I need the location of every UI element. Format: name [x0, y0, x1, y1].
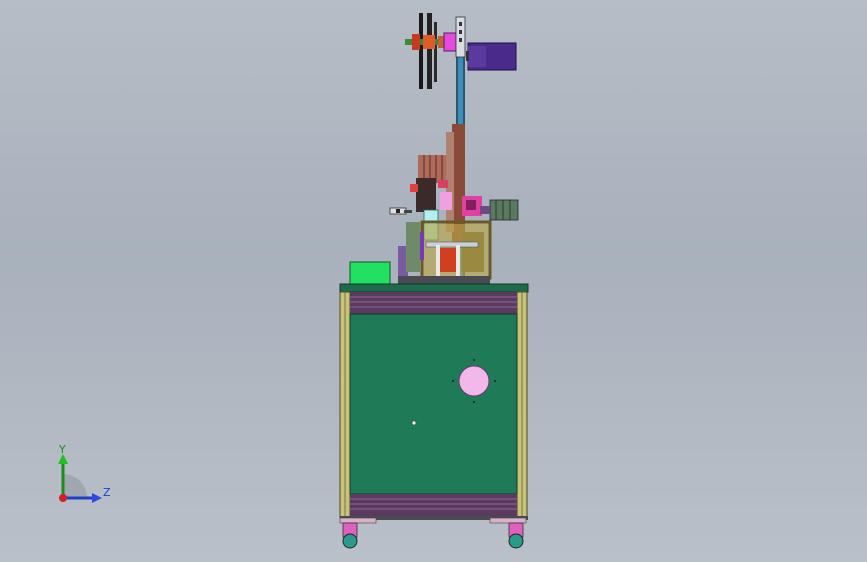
top-plate	[339, 283, 529, 293]
cabinet	[339, 283, 529, 549]
reel-disc	[419, 13, 423, 89]
caster-right	[508, 522, 524, 549]
cad-viewport[interactable]: Y Z	[0, 0, 867, 562]
crossbar	[425, 241, 479, 248]
caster-left	[342, 522, 358, 549]
y-axis-label: Y	[59, 443, 66, 456]
x-axis-icon	[59, 494, 67, 502]
side-motor	[489, 199, 519, 221]
mid-assembly	[349, 124, 519, 285]
bottom-rail	[350, 494, 517, 516]
machine-model[interactable]	[0, 0, 867, 562]
small-hole	[411, 420, 417, 426]
round-port	[458, 365, 490, 397]
green-block	[349, 261, 391, 285]
z-axis-label: Z	[103, 486, 111, 499]
top-rail	[350, 292, 517, 314]
pink-coupling	[443, 32, 457, 52]
front-panel	[349, 313, 518, 495]
